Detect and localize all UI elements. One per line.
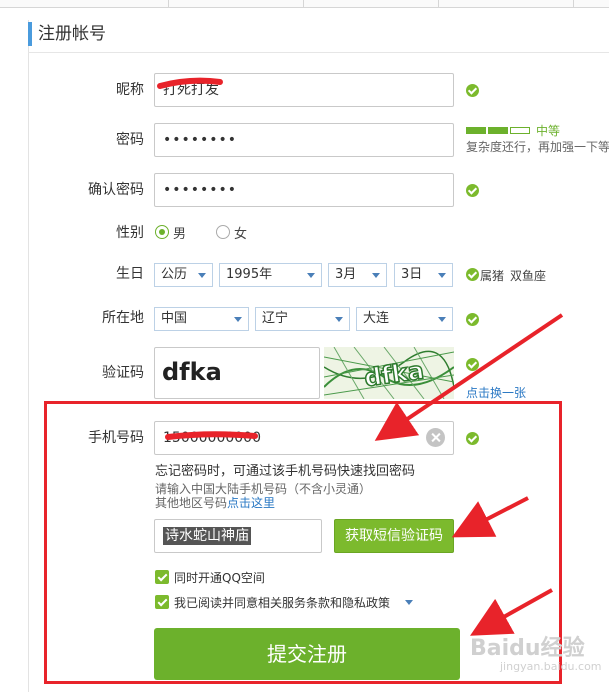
arrow-to-phone xyxy=(374,313,564,441)
arrow-to-submit xyxy=(470,588,553,636)
annotation-overlay xyxy=(157,77,564,636)
arrow-to-sms-button xyxy=(451,496,529,538)
redaction-scribble-phone xyxy=(165,431,258,440)
redaction-scribble-nickname xyxy=(157,77,223,89)
